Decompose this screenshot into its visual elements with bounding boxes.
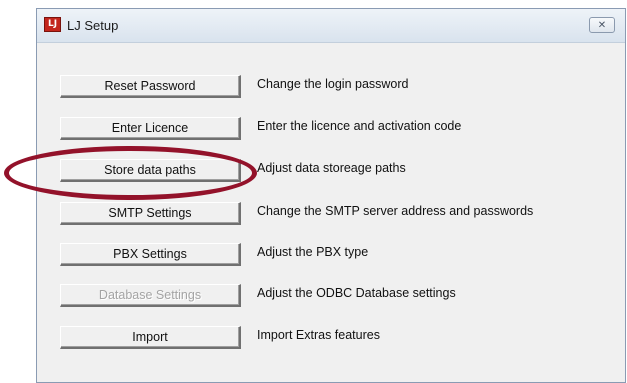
row-store-data-paths: Store data paths Adjust data storeage pa… [37, 159, 625, 189]
import-button[interactable]: Import [60, 326, 241, 349]
row-smtp-settings: SMTP Settings Change the SMTP server add… [37, 202, 625, 232]
import-description: Import Extras features [257, 328, 380, 342]
lj-app-icon: LJ [44, 17, 61, 32]
pbx-settings-description: Adjust the PBX type [257, 245, 369, 259]
close-icon: ✕ [597, 19, 607, 31]
row-import: Import Import Extras features [37, 326, 625, 356]
store-data-paths-description: Adjust data storeage paths [257, 161, 406, 175]
pbx-settings-button[interactable]: PBX Settings [60, 243, 241, 266]
app-icon-text: LJ [47, 19, 58, 29]
smtp-settings-description: Change the SMTP server address and passw… [257, 204, 534, 218]
store-data-paths-button[interactable]: Store data paths [60, 159, 241, 182]
row-database-settings: Database Settings Adjust the ODBC Databa… [37, 284, 625, 314]
lj-setup-dialog: LJ LJ Setup ✕ Reset Password Change the … [36, 8, 626, 383]
enter-licence-button[interactable]: Enter Licence [60, 117, 241, 140]
reset-password-description: Change the login password [257, 77, 409, 91]
row-pbx-settings: PBX Settings Adjust the PBX type [37, 243, 625, 273]
dialog-content: Reset Password Change the login password… [37, 43, 625, 382]
database-settings-description: Adjust the ODBC Database settings [257, 286, 456, 300]
title-bar[interactable]: LJ LJ Setup ✕ [37, 9, 625, 43]
row-enter-licence: Enter Licence Enter the licence and acti… [37, 117, 625, 147]
smtp-settings-button[interactable]: SMTP Settings [60, 202, 241, 225]
window-title: LJ Setup [67, 18, 119, 33]
row-reset-password: Reset Password Change the login password [37, 75, 625, 105]
enter-licence-description: Enter the licence and activation code [257, 119, 462, 133]
close-button[interactable]: ✕ [589, 17, 615, 33]
reset-password-button[interactable]: Reset Password [60, 75, 241, 98]
database-settings-button: Database Settings [60, 284, 241, 307]
